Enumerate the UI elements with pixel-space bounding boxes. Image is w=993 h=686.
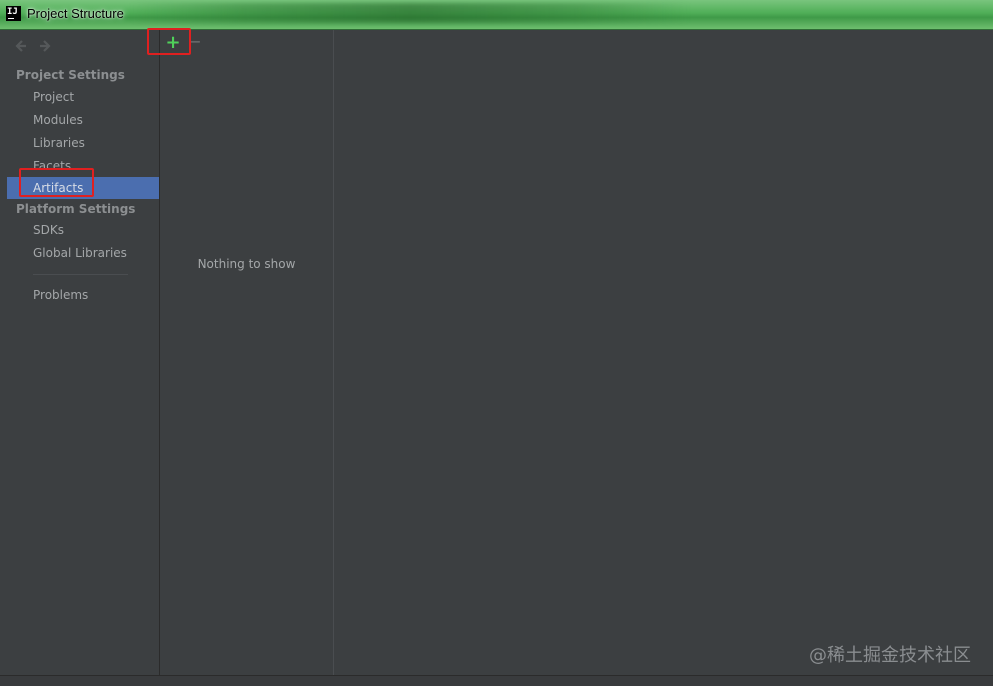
intellij-idea-icon: IJ	[6, 6, 21, 21]
bottom-strip	[0, 675, 993, 686]
watermark: @稀土掘金技术社区	[809, 645, 971, 666]
section-header-project-settings: Project Settings	[16, 68, 125, 82]
sidebar-item-problems[interactable]: Problems	[7, 284, 159, 306]
project-structure-window: IJ Project Structure Project Settings Pr…	[0, 0, 993, 686]
title-bar: IJ Project Structure	[0, 0, 993, 30]
arrow-left-icon[interactable]	[13, 38, 29, 54]
remove-button[interactable]: −	[188, 33, 202, 53]
sidebar-item-facets[interactable]: Facets	[7, 155, 159, 177]
sidebar-item-artifacts[interactable]: Artifacts	[7, 177, 159, 199]
sidebar-item-libraries[interactable]: Libraries	[7, 132, 159, 154]
empty-list-message: Nothing to show	[197, 257, 296, 271]
sidebar-item-sdks[interactable]: SDKs	[7, 219, 159, 241]
detail-panel	[334, 30, 993, 675]
add-button[interactable]: +	[163, 33, 183, 53]
window-title: Project Structure	[27, 6, 124, 21]
artifacts-list-panel: + − Nothing to show	[160, 30, 334, 675]
sidebar-item-global-libraries[interactable]: Global Libraries	[7, 242, 159, 264]
arrow-right-icon[interactable]	[37, 38, 53, 54]
title-bar-blurred-background	[130, 3, 690, 23]
sidebar-item-project[interactable]: Project	[7, 86, 159, 108]
sidebar-item-modules[interactable]: Modules	[7, 109, 159, 131]
section-header-platform-settings: Platform Settings	[16, 202, 136, 216]
sidebar: Project Settings Project Modules Librari…	[0, 30, 160, 675]
sidebar-divider	[33, 274, 128, 275]
